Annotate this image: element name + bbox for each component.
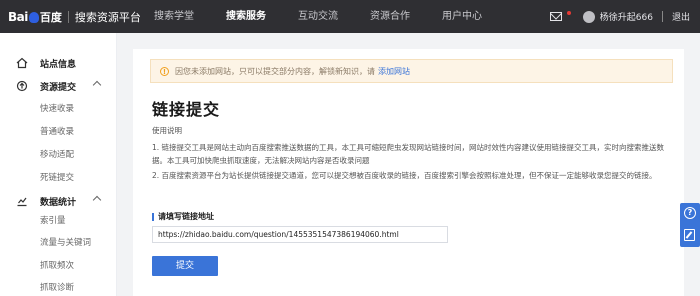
unread-dot bbox=[566, 10, 571, 15]
nav-interaction[interactable]: 互动交流 bbox=[289, 0, 347, 33]
feedback-edit-icon[interactable] bbox=[684, 229, 695, 241]
sidebar-section-label: 数据统计 bbox=[40, 197, 77, 208]
sidebar-item-mobile-adapt[interactable]: 移动适配 bbox=[40, 148, 74, 160]
label-accent-bar bbox=[152, 212, 154, 221]
nav-search-service[interactable]: 搜索服务 bbox=[217, 0, 275, 33]
sidebar-item-crawl-frequency[interactable]: 抓取频次 bbox=[40, 259, 74, 271]
sidebar-item-fast-index[interactable]: 快速收录 bbox=[40, 102, 74, 114]
warning-icon: ! bbox=[160, 66, 169, 76]
nav-cooperation[interactable]: 资源合作 bbox=[361, 0, 419, 33]
main-content: ! 因您未添加网站，只可以提交部分内容，解锁新知识，请 添加网站 链接提交 使用… bbox=[133, 49, 684, 296]
logout-link[interactable]: 退出 bbox=[672, 10, 690, 23]
sidebar-section-statistics[interactable]: 数据统计 bbox=[0, 193, 117, 209]
help-icon[interactable]: ? bbox=[684, 207, 696, 219]
chevron-up-icon bbox=[92, 80, 102, 90]
sidebar-item-index-volume[interactable]: 索引量 bbox=[40, 214, 66, 226]
mail-icon[interactable] bbox=[549, 12, 562, 21]
sidebar-section-label: 站点信息 bbox=[40, 59, 77, 70]
user-divider bbox=[661, 11, 663, 22]
home-icon bbox=[16, 57, 28, 69]
page-title: 链接提交 bbox=[152, 100, 221, 119]
notice-banner: ! 因您未添加网站，只可以提交部分内容，解锁新知识，请 添加网站 bbox=[150, 59, 673, 83]
url-field-label-text: 请填写链接地址 bbox=[158, 212, 214, 221]
add-site-link[interactable]: 添加网站 bbox=[378, 66, 410, 77]
main-nav: 搜索学堂 搜索服务 互动交流 资源合作 用户中心 bbox=[145, 0, 505, 33]
sidebar-item-traffic-keywords[interactable]: 流量与关键词 bbox=[40, 236, 91, 248]
username[interactable]: 杨徐升起666 bbox=[600, 10, 653, 23]
sidebar: 站点信息 资源提交 快速收录 普通收录 移动适配 死链提交 数据统计 索引量 流… bbox=[0, 33, 117, 296]
paw-icon bbox=[28, 11, 39, 23]
chevron-up-icon bbox=[92, 195, 102, 205]
url-input[interactable]: https://zhidao.baidu.com/question/145535… bbox=[152, 226, 448, 243]
submit-button[interactable]: 提交 bbox=[152, 256, 218, 276]
logo-du-text: 百度 bbox=[39, 11, 62, 24]
sidebar-item-normal-index[interactable]: 普通收录 bbox=[40, 125, 74, 137]
sidebar-item-dead-link[interactable]: 死链提交 bbox=[40, 171, 74, 183]
usage-heading: 使用说明 bbox=[152, 126, 182, 135]
nav-user-center[interactable]: 用户中心 bbox=[433, 0, 491, 33]
avatar[interactable] bbox=[582, 10, 595, 23]
sidebar-section-site-info[interactable]: 站点信息 bbox=[0, 55, 117, 71]
platform-name: 搜索资源平台 bbox=[74, 11, 141, 24]
upload-icon bbox=[16, 80, 28, 92]
usage-line-2: 据。本工具可加快爬虫抓取速度，无法解决网站内容是否收录问题 bbox=[152, 156, 370, 165]
sidebar-item-crawl-diagnosis[interactable]: 抓取诊断 bbox=[40, 281, 74, 293]
sidebar-section-label: 资源提交 bbox=[40, 82, 77, 93]
chart-icon bbox=[17, 197, 27, 207]
usage-line-1: 1. 链接提交工具是网站主动向百度搜索推送数据的工具，本工具可缩短爬虫发现网站链… bbox=[152, 143, 665, 152]
baidu-logo[interactable]: Bai 百度 搜索资源平台 bbox=[8, 8, 141, 26]
url-field-label: 请填写链接地址 bbox=[152, 211, 214, 222]
top-navigation-bar: Bai 百度 搜索资源平台 搜索学堂 搜索服务 互动交流 资源合作 用户中心 杨… bbox=[0, 0, 700, 33]
sidebar-section-resource-submit[interactable]: 资源提交 bbox=[0, 78, 117, 94]
notice-text: 因您未添加网站，只可以提交部分内容，解锁新知识，请 bbox=[175, 66, 375, 76]
logo-bai-text: Bai bbox=[8, 10, 28, 24]
user-area: 杨徐升起666 退出 bbox=[549, 0, 690, 33]
nav-search-academy[interactable]: 搜索学堂 bbox=[145, 0, 203, 33]
brand-divider bbox=[67, 11, 69, 23]
floating-toolbar: ? bbox=[680, 203, 700, 247]
usage-line-3: 2. 百度搜索资源平台为站长提供链接提交通道，您可以提交想被百度收录的链接，百度… bbox=[152, 171, 657, 180]
